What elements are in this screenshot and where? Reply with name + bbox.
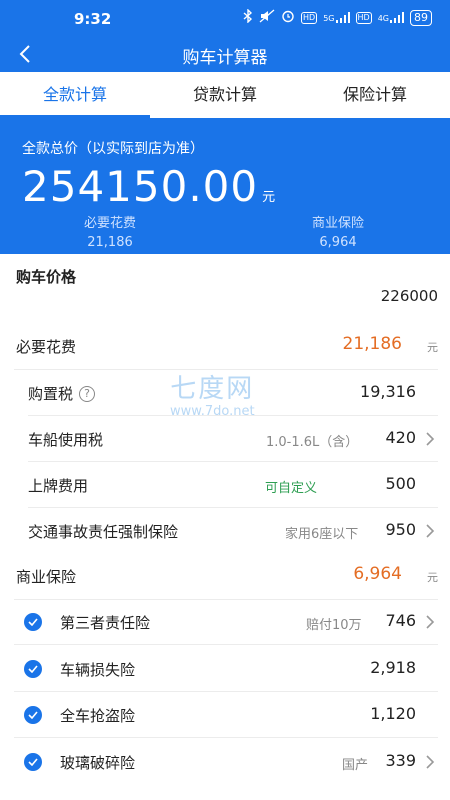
glass-breakage-row[interactable]: 玻璃破碎险 国产 339 [0, 739, 450, 785]
watermark: 七度网 www.7do.net [170, 374, 255, 420]
status-bar: 9:32 HD 5G HD 4G 89 [0, 0, 450, 36]
nav-bar: 购车计算器 [0, 36, 450, 72]
vehicle-tax-note: 1.0-1.6L（含） [266, 435, 359, 450]
registration-fee-label: 上牌费用 [28, 477, 89, 495]
theft-insurance-value: 1,120 [370, 704, 416, 723]
checkbox-checked-icon[interactable] [24, 613, 42, 631]
required-fees-total: 21,186 [342, 334, 402, 354]
vehicle-tax-row[interactable]: 车船使用税 1.0-1.6L（含） 420 [0, 416, 450, 462]
total-amount: 254150.00 元 [22, 162, 277, 211]
checkbox-checked-icon[interactable] [24, 753, 42, 771]
hd-badge-2: HD [355, 11, 372, 24]
summary-insurance-label: 商业保险 [311, 216, 364, 231]
summary-insurance: 商业保险 6,964 [268, 214, 408, 252]
required-fees-title: 必要花费 [16, 338, 77, 356]
car-price-title: 购车价格 [16, 268, 77, 286]
summary-required-label: 必要花费 [83, 216, 136, 231]
glass-breakage-note: 国产 [342, 758, 369, 773]
total-summary: 全款总价（以实际到店为准） 254150.00 元 必要花费 21,186 商业保… [0, 118, 450, 254]
registration-fee-value: 500 [385, 474, 416, 493]
tab-full-payment[interactable]: 全款计算 [0, 72, 150, 118]
compulsory-insurance-value: 950 [385, 520, 416, 539]
watermark-url: www.7do.net [170, 404, 255, 419]
commercial-insurance-unit: 元 [427, 571, 438, 584]
bluetooth-icon [243, 8, 253, 26]
status-time: 9:32 [74, 10, 112, 28]
compulsory-insurance-note: 家用6座以下 [285, 527, 359, 542]
status-icons: HD 5G HD 4G 89 [243, 8, 432, 26]
signal-5g-icon: 5G [323, 12, 350, 23]
vehicle-damage-row[interactable]: 车辆损失险 2,918 [0, 646, 450, 692]
signal-4g-icon: 4G [378, 12, 404, 23]
purchase-tax-value: 19,316 [360, 382, 416, 401]
chevron-right-icon [426, 432, 435, 446]
tab-insurance[interactable]: 保险计算 [300, 72, 450, 118]
commercial-insurance-total: 6,964 [353, 564, 402, 584]
help-icon[interactable]: ? [79, 386, 96, 402]
commercial-insurance-header: 商业保险 6,964 元 [0, 554, 450, 600]
chevron-right-icon [426, 755, 435, 769]
chevron-right-icon [426, 615, 435, 629]
theft-insurance-row[interactable]: 全车抢盗险 1,120 [0, 692, 450, 738]
glass-breakage-value: 339 [385, 751, 416, 770]
battery-icon: 89 [410, 9, 432, 26]
vehicle-tax-value: 420 [385, 428, 416, 447]
summary-insurance-value: 6,964 [319, 235, 357, 250]
required-fees-unit: 元 [427, 341, 438, 354]
registration-fee-row[interactable]: 上牌费用 可自定义 500 [0, 462, 450, 508]
watermark-logo: 七度网 [170, 374, 255, 404]
third-party-liability-label: 第三者责任险 [60, 614, 151, 632]
page-title: 购车计算器 [182, 48, 268, 68]
third-party-liability-value: 746 [385, 611, 416, 630]
compulsory-insurance-row[interactable]: 交通事故责任强制保险 家用6座以下 950 [0, 508, 450, 554]
summary-required-value: 21,186 [87, 235, 133, 250]
customizable-note: 可自定义 [265, 481, 318, 496]
theft-insurance-label: 全车抢盗险 [60, 707, 136, 725]
car-price-value[interactable]: 226000 [381, 287, 438, 305]
total-label: 全款总价（以实际到店为准） [22, 141, 204, 157]
compulsory-insurance-label: 交通事故责任强制保险 [28, 523, 179, 541]
checkbox-checked-icon[interactable] [24, 706, 42, 724]
vehicle-damage-value: 2,918 [370, 658, 416, 677]
required-fees-header: 必要花费 21,186 元 [0, 324, 450, 370]
alarm-icon [281, 9, 295, 26]
third-party-liability-note: 赔付10万 [306, 618, 362, 633]
tab-bar: 全款计算 贷款计算 保险计算 [0, 72, 450, 118]
commercial-insurance-title: 商业保险 [16, 568, 77, 586]
purchase-tax-label: 购置税? [28, 383, 96, 404]
chevron-right-icon [426, 524, 435, 538]
total-unit: 元 [262, 190, 277, 205]
hd-badge: HD [301, 11, 318, 24]
vehicle-tax-label: 车船使用税 [28, 431, 104, 449]
summary-required: 必要花费 21,186 [40, 214, 180, 252]
third-party-liability-row[interactable]: 第三者责任险 赔付10万 746 [0, 599, 450, 645]
tab-loan[interactable]: 贷款计算 [150, 72, 300, 118]
checkbox-checked-icon[interactable] [24, 660, 42, 678]
vehicle-damage-label: 车辆损失险 [60, 661, 136, 679]
mute-icon [259, 9, 275, 26]
glass-breakage-label: 玻璃破碎险 [60, 754, 136, 772]
